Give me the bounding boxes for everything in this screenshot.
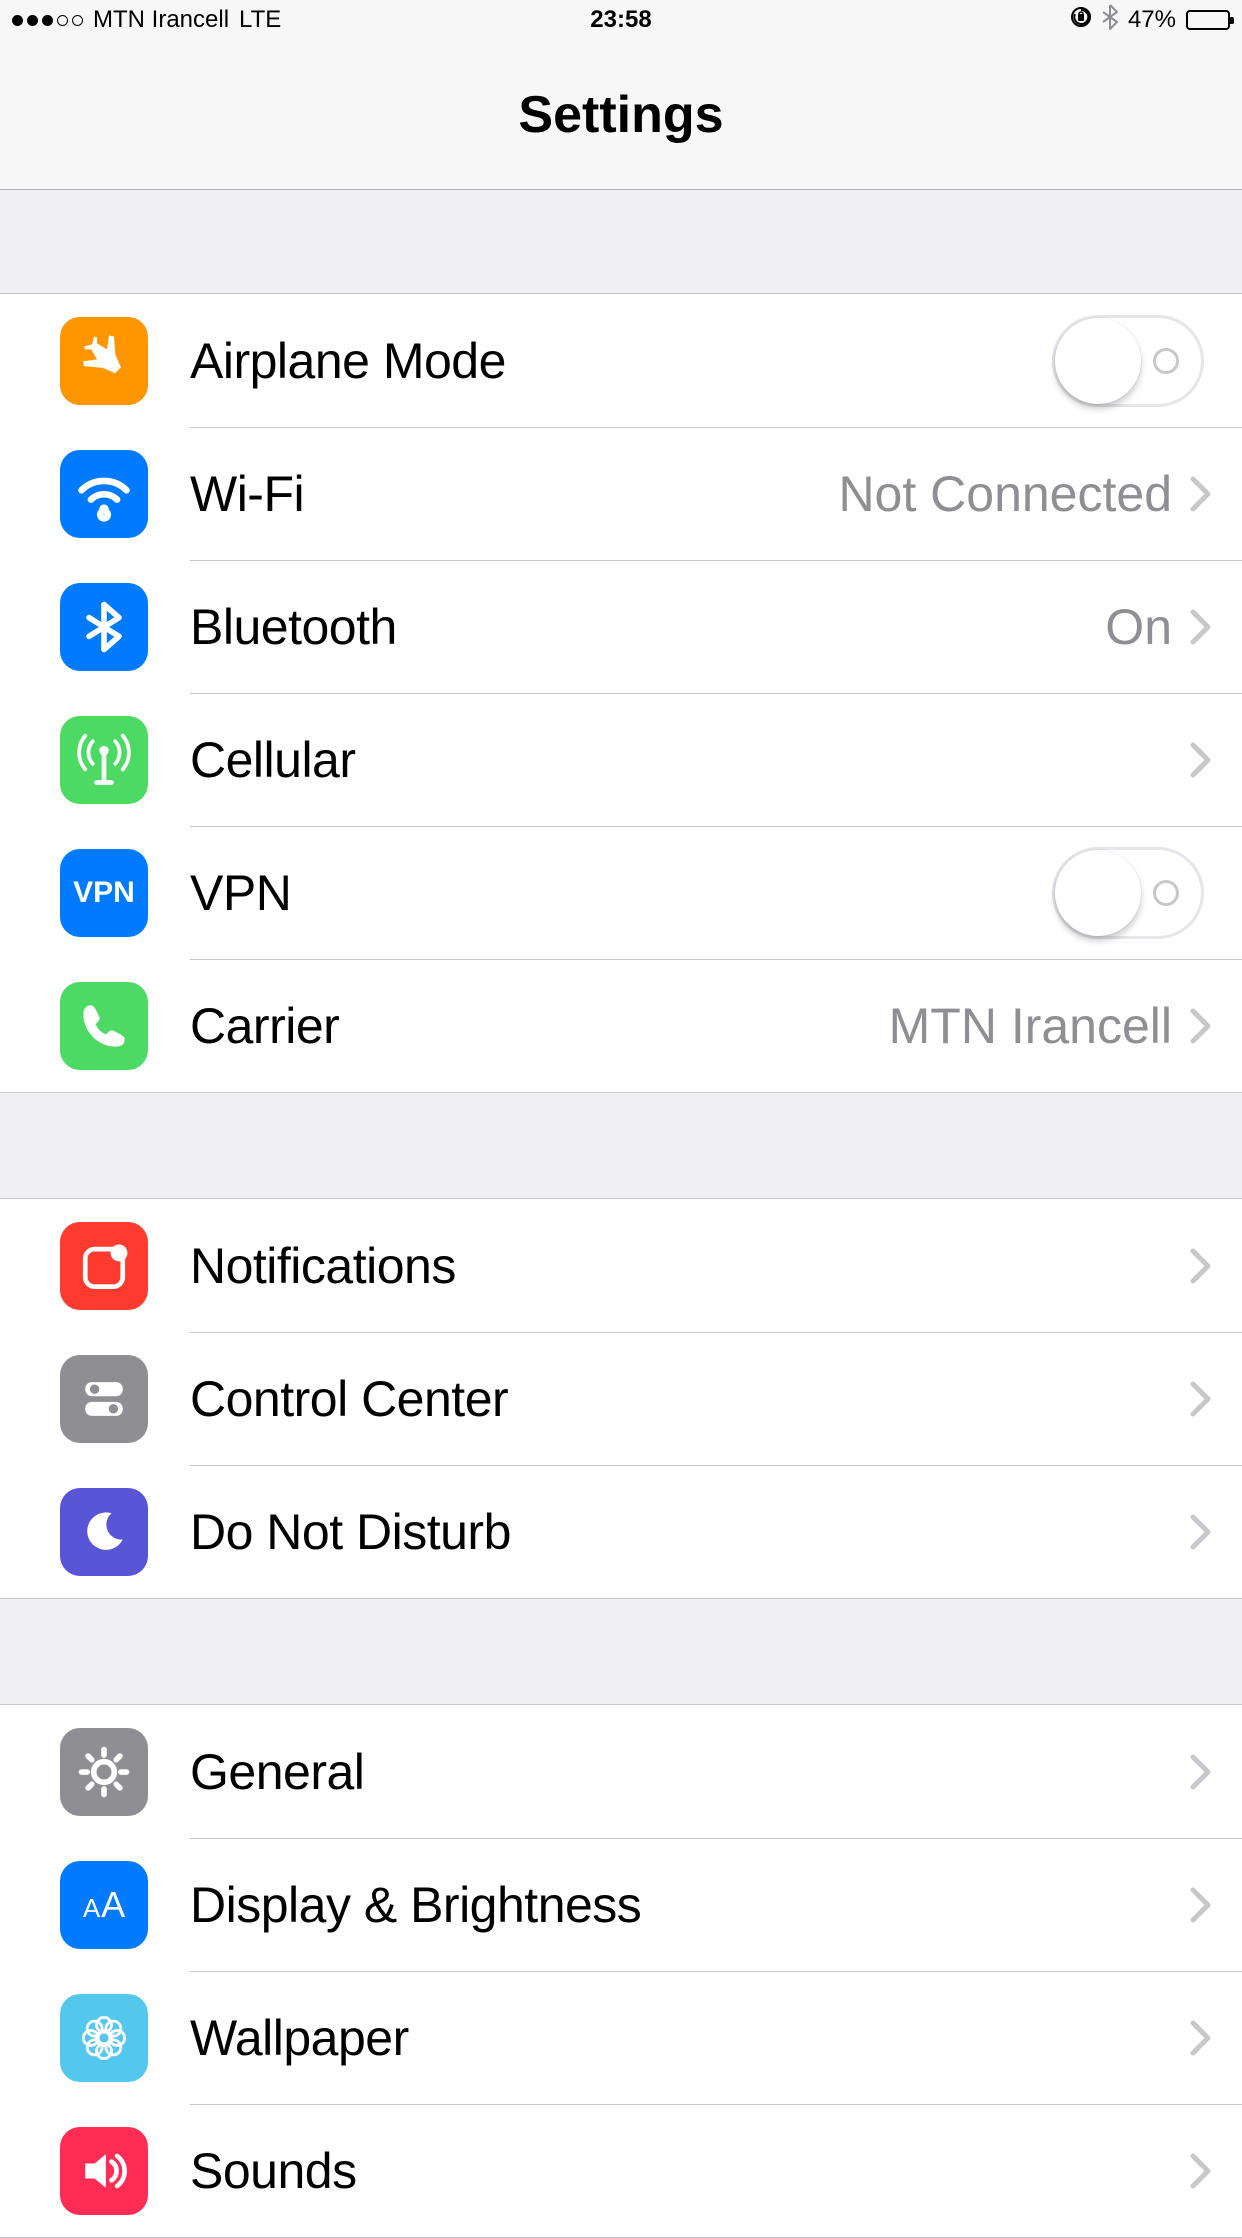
chevron-right-icon bbox=[1190, 742, 1212, 778]
chevron-right-icon bbox=[1190, 476, 1212, 512]
row-label: Do Not Disturb bbox=[190, 1503, 511, 1561]
row-label: Cellular bbox=[190, 731, 356, 789]
chevron-right-icon bbox=[1190, 1248, 1212, 1284]
row-label: Bluetooth bbox=[190, 598, 397, 656]
status-left: MTN Irancell LTE bbox=[12, 6, 281, 34]
battery-icon bbox=[1186, 10, 1230, 30]
row-control-center[interactable]: Control Center bbox=[0, 1332, 1242, 1465]
clock-label: 23:58 bbox=[590, 6, 651, 34]
group-spacer bbox=[0, 1599, 1242, 1704]
row-general[interactable]: General bbox=[0, 1705, 1242, 1838]
row-detail: Not Connected bbox=[838, 465, 1172, 523]
status-bar: MTN Irancell LTE 23:58 47% bbox=[0, 0, 1242, 40]
row-sounds[interactable]: Sounds bbox=[0, 2104, 1242, 2237]
vpn-toggle[interactable] bbox=[1052, 847, 1204, 939]
row-wifi[interactable]: Wi-Fi Not Connected bbox=[0, 427, 1242, 560]
bluetooth-icon bbox=[60, 583, 148, 671]
chevron-right-icon bbox=[1190, 2153, 1212, 2189]
notifications-icon bbox=[60, 1222, 148, 1310]
battery-percent-label: 47% bbox=[1128, 6, 1176, 34]
chevron-right-icon bbox=[1190, 1754, 1212, 1790]
row-display-brightness[interactable]: AA Display & Brightness bbox=[0, 1838, 1242, 1971]
signal-strength-icon bbox=[12, 15, 83, 26]
row-label: Carrier bbox=[190, 997, 339, 1055]
row-notifications[interactable]: Notifications bbox=[0, 1199, 1242, 1332]
chevron-right-icon bbox=[1190, 1008, 1212, 1044]
row-do-not-disturb[interactable]: Do Not Disturb bbox=[0, 1465, 1242, 1598]
row-bluetooth[interactable]: Bluetooth On bbox=[0, 560, 1242, 693]
moon-icon bbox=[60, 1488, 148, 1576]
settings-group-connectivity: Airplane Mode Wi-Fi Not Connected Blueto… bbox=[0, 293, 1242, 1093]
network-label: LTE bbox=[239, 6, 281, 34]
display-icon: AA bbox=[60, 1861, 148, 1949]
settings-group-general: General AA Display & Brightness Wallpape… bbox=[0, 1704, 1242, 2238]
chevron-right-icon bbox=[1190, 1887, 1212, 1923]
wallpaper-icon bbox=[60, 1994, 148, 2082]
vpn-icon: VPN bbox=[60, 849, 148, 937]
chevron-right-icon bbox=[1190, 1381, 1212, 1417]
row-label: Wi-Fi bbox=[190, 465, 304, 523]
page-title: Settings bbox=[518, 85, 723, 145]
row-cellular[interactable]: Cellular bbox=[0, 693, 1242, 826]
bluetooth-icon bbox=[1102, 4, 1118, 37]
row-airplane-mode[interactable]: Airplane Mode bbox=[0, 294, 1242, 427]
chevron-right-icon bbox=[1190, 1514, 1212, 1550]
row-label: Airplane Mode bbox=[190, 332, 506, 390]
row-carrier[interactable]: Carrier MTN Irancell bbox=[0, 959, 1242, 1092]
phone-icon bbox=[60, 982, 148, 1070]
row-label: VPN bbox=[190, 864, 291, 922]
row-label: Sounds bbox=[190, 2142, 357, 2200]
settings-group-alerts: Notifications Control Center Do Not Dist… bbox=[0, 1198, 1242, 1599]
airplane-mode-toggle[interactable] bbox=[1052, 315, 1204, 407]
carrier-label: MTN Irancell bbox=[93, 6, 229, 34]
row-vpn[interactable]: VPN VPN bbox=[0, 826, 1242, 959]
row-label: General bbox=[190, 1743, 364, 1801]
row-label: Wallpaper bbox=[190, 2009, 409, 2067]
orientation-lock-icon bbox=[1070, 6, 1092, 35]
row-label: Notifications bbox=[190, 1237, 456, 1295]
control-center-icon bbox=[60, 1355, 148, 1443]
group-spacer bbox=[0, 1093, 1242, 1198]
row-detail: On bbox=[1105, 598, 1172, 656]
row-wallpaper[interactable]: Wallpaper bbox=[0, 1971, 1242, 2104]
navigation-bar: Settings bbox=[0, 40, 1242, 190]
row-label: Display & Brightness bbox=[190, 1876, 641, 1934]
row-detail: MTN Irancell bbox=[889, 997, 1172, 1055]
group-spacer bbox=[0, 190, 1242, 293]
row-label: Control Center bbox=[190, 1370, 508, 1428]
gear-icon bbox=[60, 1728, 148, 1816]
airplane-icon bbox=[60, 317, 148, 405]
sounds-icon bbox=[60, 2127, 148, 2215]
cellular-icon bbox=[60, 716, 148, 804]
status-right: 47% bbox=[1070, 4, 1230, 37]
wifi-icon bbox=[60, 450, 148, 538]
chevron-right-icon bbox=[1190, 609, 1212, 645]
chevron-right-icon bbox=[1190, 2020, 1212, 2056]
